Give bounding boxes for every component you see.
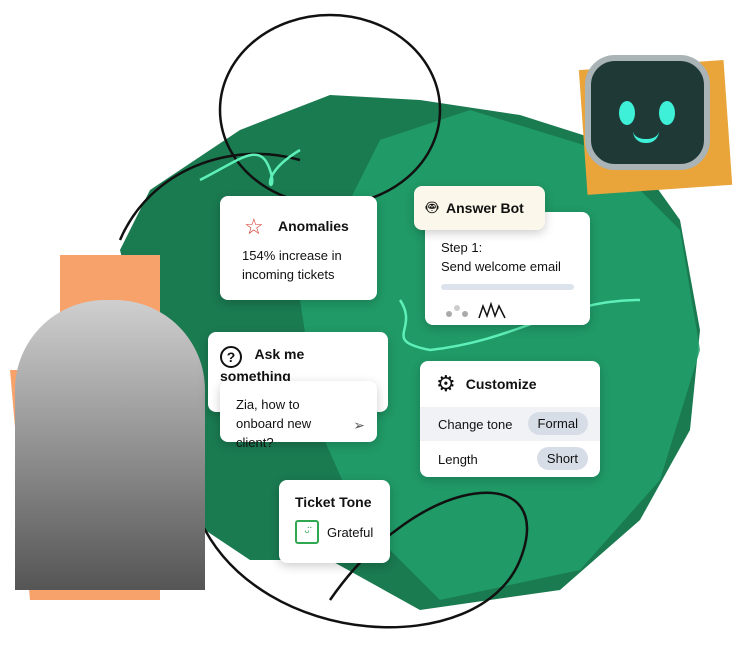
- send-icon[interactable]: ➢: [353, 417, 365, 434]
- customize-card: ⚙ Customize Change tone Formal Length Sh…: [420, 361, 600, 477]
- question-bubble-icon: ?: [220, 346, 242, 368]
- smiley-icon: ᵕ̈: [295, 520, 319, 544]
- progress-bar: [441, 284, 574, 290]
- anomalies-card: ☆ Anomalies 154% increase in incoming ti…: [220, 196, 377, 300]
- voice-wave-icon: [446, 301, 506, 319]
- change-tone-row[interactable]: Change tone Formal: [420, 407, 600, 441]
- robot-mascot: [585, 55, 710, 170]
- length-pill[interactable]: Short: [536, 447, 588, 470]
- ask-input[interactable]: Zia, how to onboard new client? ➢: [220, 381, 377, 450]
- support-agent-photo: [15, 300, 205, 590]
- robot-icon: 🤖︎: [426, 197, 438, 219]
- ticket-tone-card: Ticket Tone ᵕ̈ Grateful: [279, 480, 390, 563]
- tone-pill[interactable]: Formal: [527, 412, 588, 435]
- star-icon: ☆: [244, 214, 264, 239]
- answer-bot-tag: 🤖︎ Answer Bot: [414, 186, 545, 230]
- length-row[interactable]: Length Short: [420, 441, 600, 477]
- gear-icon: ⚙: [436, 371, 456, 396]
